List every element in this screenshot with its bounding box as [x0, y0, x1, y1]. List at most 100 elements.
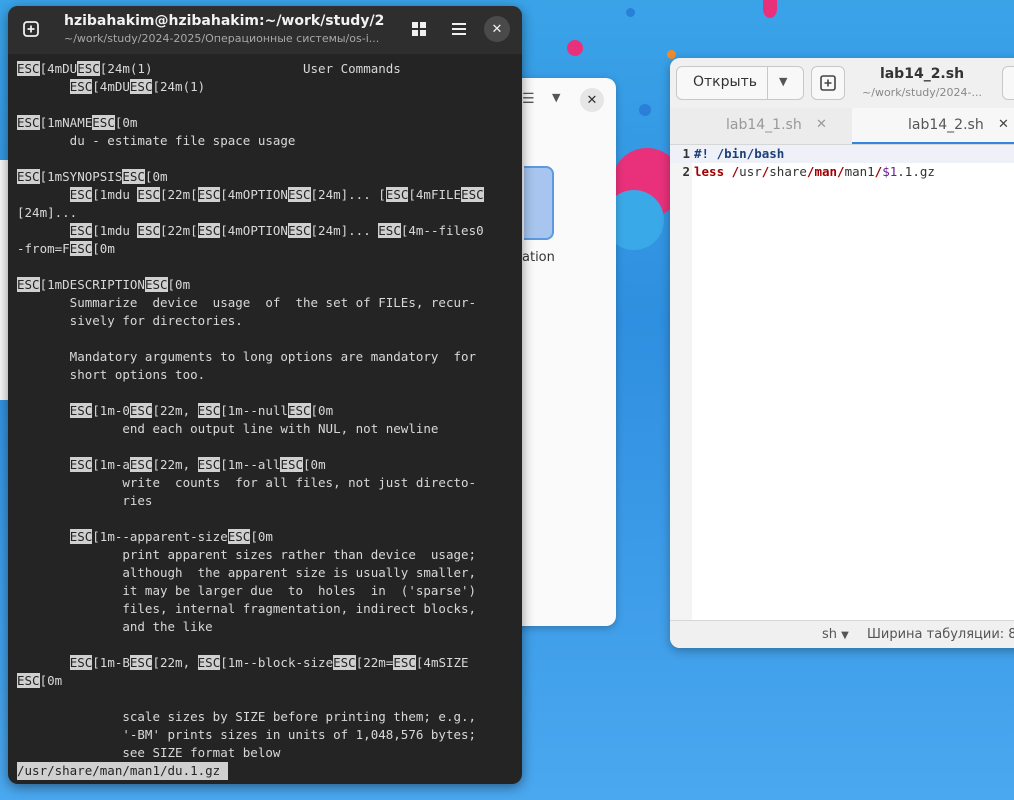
- close-button[interactable]: ✕: [484, 16, 510, 42]
- menu-button[interactable]: [444, 14, 474, 44]
- terminal-text: [4mDU: [92, 79, 130, 94]
- close-icon[interactable]: ✕: [816, 108, 827, 142]
- escape-marker: ESC: [17, 169, 40, 184]
- close-icon[interactable]: ✕: [998, 108, 1009, 142]
- tab-lab14-1[interactable]: lab14_1.sh ✕: [670, 108, 852, 144]
- terminal-text: [4mFILE: [408, 187, 462, 202]
- terminal-line: Summarize device usage of the set of FIL…: [17, 295, 476, 310]
- escape-marker: ESC: [129, 655, 153, 670]
- escape-marker: ESC: [92, 115, 115, 130]
- escape-marker: ESC: [461, 187, 484, 202]
- editor-toolbar: Открыть ▼ lab14_2.sh ~/work/study/2024-.…: [670, 58, 1014, 108]
- chevron-down-icon: ▼: [841, 630, 849, 641]
- line-number: 1: [682, 146, 690, 161]
- terminal-line: ESC[1m--apparent-sizeESC[0m: [17, 529, 273, 544]
- line-number: 2: [682, 164, 690, 179]
- new-document-icon: [820, 75, 836, 91]
- escape-marker: ESC: [287, 187, 311, 202]
- terminal-text: [4mOPTION: [220, 187, 288, 202]
- chevron-down-icon[interactable]: ▼: [552, 91, 560, 104]
- terminal-line: ESC[1m-aESC[22m, ESC[1m--allESC[0m: [17, 457, 326, 472]
- escape-marker: ESC: [69, 241, 93, 256]
- terminal-line: ESC[4mDUESC[24m(1): [17, 79, 205, 94]
- escape-marker: ESC: [77, 61, 100, 76]
- terminal-text: short options too.: [17, 367, 206, 382]
- close-icon: ✕: [586, 92, 598, 108]
- terminal-text: [1mSYNOPSIS: [39, 169, 123, 184]
- save-button[interactable]: [1002, 66, 1014, 100]
- terminal-text: print apparent sizes rather than device …: [17, 547, 477, 562]
- terminal-text: [22m=: [355, 655, 394, 670]
- overview-button[interactable]: [404, 14, 434, 44]
- terminal-text: [1m--block-size: [220, 655, 334, 670]
- terminal-text: [1mDESCRIPTION: [39, 277, 145, 292]
- escape-marker: ESC: [197, 655, 221, 670]
- terminal-output[interactable]: ESC[4mDUESC[24m(1) User Commands ESC[4mD…: [17, 60, 484, 762]
- tab-lab14-2[interactable]: lab14_2.sh ✕: [852, 108, 1014, 144]
- close-button[interactable]: ✕: [580, 88, 604, 112]
- terminal-line: although the apparent size is usually sm…: [17, 565, 476, 580]
- terminal-line: -from=FESC[0m: [17, 241, 115, 256]
- escape-marker: ESC: [69, 529, 93, 544]
- new-tab-icon: [23, 21, 39, 37]
- terminal-line: Mandatory arguments to long options are …: [17, 349, 476, 364]
- terminal-text: end each output line with NUL, not newli…: [17, 421, 439, 436]
- code-token: share: [769, 164, 807, 179]
- escape-marker: ESC: [393, 655, 416, 670]
- new-document-button[interactable]: [811, 66, 845, 100]
- code-token: man: [814, 164, 838, 179]
- escape-marker: ESC: [69, 79, 93, 94]
- folder-icon[interactable]: [524, 166, 554, 240]
- open-button[interactable]: Открыть ▼: [676, 66, 804, 100]
- tab-width-selector[interactable]: Ширина табуляции: 8: [867, 627, 1014, 642]
- escape-marker: ESC: [69, 457, 93, 472]
- terminal-text: [0m: [310, 403, 334, 418]
- code-token: usr: [739, 164, 762, 179]
- language-label: sh: [822, 627, 838, 642]
- escape-marker: ESC: [378, 223, 401, 238]
- terminal-line: ESC[1mdu ESC[22m[ESC[4mOPTIONESC[24m]...…: [17, 223, 484, 238]
- terminal-text: it may be larger due to holes in ('spars…: [17, 583, 477, 598]
- code-editor[interactable]: 1 #! /bin/bash 2 less /usr/share/man/man1/$…: [670, 145, 1014, 181]
- terminal-line: scale sizes by SIZE before printing them…: [17, 709, 476, 724]
- terminal-line: print apparent sizes rather than device …: [17, 547, 476, 562]
- close-icon: ✕: [491, 21, 503, 37]
- terminal-line: files, internal fragmentation, indirect …: [17, 601, 476, 616]
- terminal-text: Mandatory arguments to long options are …: [17, 349, 477, 364]
- escape-marker: ESC: [69, 187, 93, 202]
- terminal-text: and the like: [17, 619, 213, 634]
- terminal-line: '-BM' prints sizes in units of 1,048,576…: [17, 727, 476, 742]
- terminal-text: -from=F: [17, 241, 70, 256]
- escape-marker: ESC: [197, 187, 221, 202]
- new-tab-button[interactable]: [16, 14, 46, 44]
- terminal-text: [4m--files0: [400, 223, 484, 238]
- escape-marker: ESC: [197, 223, 221, 238]
- wallpaper-bubble: [639, 104, 651, 116]
- text-editor-window[interactable]: Открыть ▼ lab14_2.sh ~/work/study/2024-.…: [670, 58, 1014, 648]
- terminal-text: Summarize device usage of the set of FIL…: [17, 295, 477, 310]
- pager-status-line: /usr/share/man/man1/du.1.gz: [17, 762, 229, 780]
- terminal-text: [1m-B: [92, 655, 130, 670]
- grid-icon: [412, 22, 426, 36]
- terminal-line: ESC[1mNAMEESC[0m: [17, 115, 137, 130]
- terminal-text: [22m,: [152, 403, 198, 418]
- terminal-window[interactable]: hzibahakim@hzibahakim:~/work/study/202..…: [8, 6, 522, 784]
- terminal-header: hzibahakim@hzibahakim:~/work/study/202..…: [8, 6, 522, 54]
- terminal-text: files, internal fragmentation, indirect …: [17, 601, 477, 616]
- escape-marker: ESC: [280, 457, 304, 472]
- chevron-down-icon[interactable]: ▼: [779, 75, 787, 88]
- folder-label[interactable]: ation: [522, 250, 555, 265]
- document-path: ~/work/study/2024-...: [862, 86, 982, 99]
- wallpaper-bubble: [567, 40, 583, 56]
- terminal-line: ESC[0m: [17, 673, 62, 688]
- terminal-line: short options too.: [17, 367, 205, 382]
- escape-marker: ESC: [333, 655, 356, 670]
- list-view-icon[interactable]: ☰: [522, 91, 535, 107]
- language-selector[interactable]: sh ▼: [822, 627, 849, 642]
- terminal-text: [0m: [92, 241, 115, 256]
